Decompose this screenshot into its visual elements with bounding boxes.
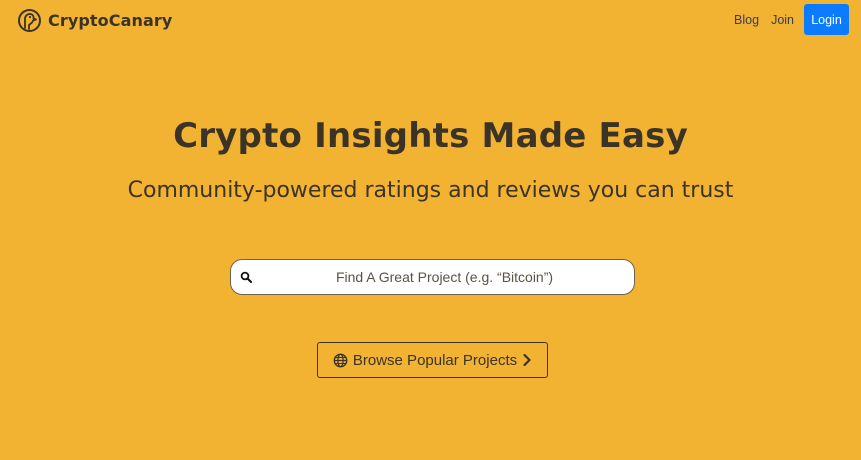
blog-link[interactable]: Blog (728, 13, 765, 27)
nav-links: Blog Join Login (728, 4, 849, 35)
login-button[interactable]: Login (804, 4, 849, 35)
canary-logo-icon (18, 8, 41, 32)
browse-popular-projects-button[interactable]: Browse Popular Projects (317, 342, 548, 378)
hero-title: Crypto Insights Made Easy (173, 116, 688, 156)
hero-subtitle: Community-powered ratings and reviews yo… (127, 178, 734, 203)
project-search (230, 259, 635, 295)
browse-label: Browse Popular Projects (352, 351, 518, 369)
top-navbar: CryptoCanary Blog Join Login (0, 0, 861, 40)
join-link[interactable]: Join (765, 13, 800, 27)
brand-home-link[interactable]: CryptoCanary (17, 7, 172, 33)
search-icon (240, 271, 252, 283)
chevron-right-icon (523, 353, 531, 367)
globe-icon (333, 353, 348, 367)
brand-name: CryptoCanary (48, 10, 173, 30)
search-input[interactable] (231, 260, 634, 294)
